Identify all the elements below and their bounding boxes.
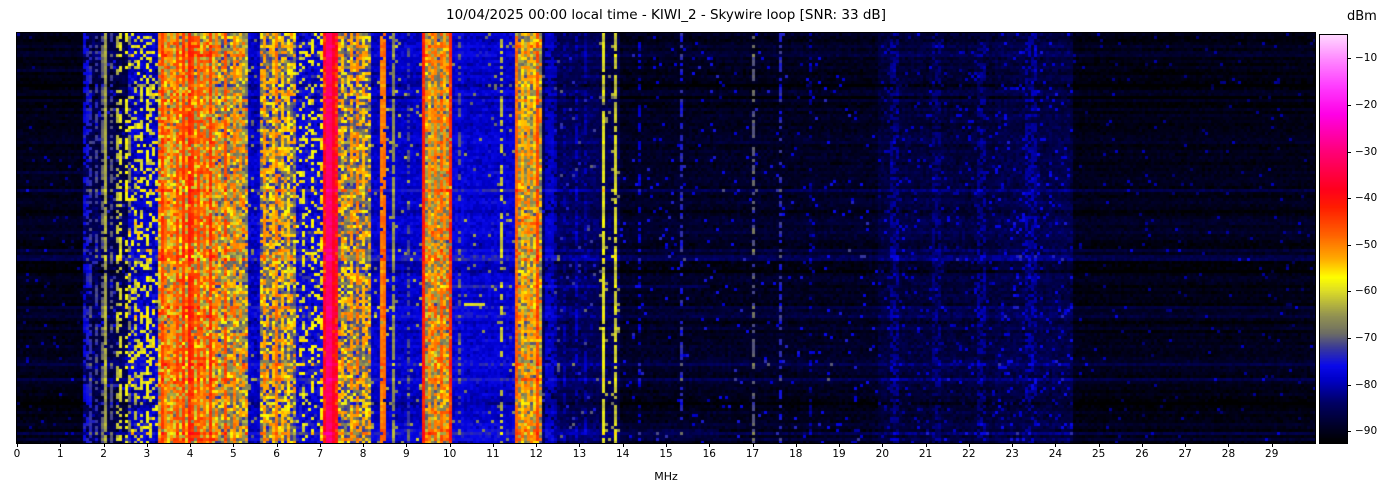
colorbar-tick-mark xyxy=(1347,431,1351,433)
colorbar-tick-mark xyxy=(1347,291,1351,293)
colorbar-tick-mark xyxy=(1347,338,1351,340)
x-tick-label: 26 xyxy=(1135,448,1149,460)
x-tick-mark xyxy=(406,443,408,447)
x-axis-label: MHz xyxy=(654,470,678,483)
x-tick-mark xyxy=(449,443,451,447)
x-tick-mark xyxy=(276,443,278,447)
x-tick-mark xyxy=(190,443,192,447)
x-tick-label: 29 xyxy=(1265,448,1279,460)
x-tick-mark xyxy=(666,443,667,447)
colorbar-tick-label: −50 xyxy=(1355,238,1378,251)
x-tick-mark xyxy=(1055,443,1057,447)
colorbar-canvas xyxy=(1319,34,1348,444)
x-tick-mark xyxy=(925,443,927,447)
x-tick-label: 15 xyxy=(659,448,673,460)
x-tick-label: 25 xyxy=(1091,448,1106,460)
x-tick-mark xyxy=(536,443,538,447)
x-tick-label: 9 xyxy=(403,448,410,460)
colorbar-tick-mark xyxy=(1347,244,1351,246)
x-tick-label: 27 xyxy=(1178,448,1192,460)
waterfall-canvas xyxy=(16,32,1316,444)
x-tick-label: 21 xyxy=(918,448,933,460)
x-tick-mark xyxy=(233,443,235,447)
x-tick-label: 19 xyxy=(832,448,846,460)
x-tick-mark xyxy=(882,443,884,447)
x-tick-mark xyxy=(795,443,797,447)
x-tick-label: 16 xyxy=(702,448,716,460)
x-tick-label: 14 xyxy=(616,448,630,460)
x-tick-mark xyxy=(363,443,365,447)
x-tick-label: 5 xyxy=(229,448,237,460)
x-tick-label: 7 xyxy=(316,448,324,460)
x-tick-mark xyxy=(60,443,62,447)
colorbar-tick-label: −80 xyxy=(1355,378,1378,391)
x-tick-mark xyxy=(1185,443,1187,447)
x-tick-mark xyxy=(1098,443,1100,447)
colorbar-label: dBm xyxy=(1347,9,1377,24)
x-tick-label: 20 xyxy=(875,448,890,460)
x-tick-mark xyxy=(146,443,148,447)
x-tick-label: 24 xyxy=(1048,448,1063,460)
colorbar-tick-label: −10 xyxy=(1355,52,1378,65)
x-tick-label: 12 xyxy=(529,448,543,460)
x-tick-label: 10 xyxy=(442,448,457,460)
x-tick-label: 1 xyxy=(56,448,64,460)
x-tick-mark xyxy=(1012,443,1014,447)
x-tick-label: 3 xyxy=(143,448,151,460)
x-tick-label: 23 xyxy=(1005,448,1019,460)
colorbar-tick-label: −30 xyxy=(1355,145,1378,158)
colorbar-tick-mark xyxy=(1347,58,1351,60)
x-tick-mark xyxy=(319,443,321,447)
x-tick-mark xyxy=(579,443,581,447)
x-tick-mark xyxy=(1141,443,1143,447)
x-tick-mark xyxy=(1228,443,1230,447)
x-tick-mark xyxy=(492,443,494,447)
x-tick-label: 17 xyxy=(745,448,760,460)
x-tick-label: 2 xyxy=(100,448,107,460)
chart-title: 10/04/2025 00:00 local time - KIWI_2 - S… xyxy=(446,7,886,23)
x-tick-label: 6 xyxy=(273,448,280,460)
x-tick-mark xyxy=(622,443,624,447)
x-tick-label: 11 xyxy=(486,448,500,460)
colorbar-tick-mark xyxy=(1347,198,1351,200)
colorbar-tick-mark xyxy=(1347,151,1351,153)
colorbar-tick-label: −40 xyxy=(1355,192,1378,205)
x-tick-label: 18 xyxy=(789,448,803,460)
x-tick-mark xyxy=(103,443,105,447)
colorbar-tick-label: −20 xyxy=(1355,98,1378,111)
x-tick-mark xyxy=(709,443,711,447)
x-tick-label: 22 xyxy=(962,448,976,460)
x-tick-mark xyxy=(968,443,970,447)
colorbar-tick-label: −60 xyxy=(1355,285,1378,298)
spectrogram-figure: 10/04/2025 00:00 local time - KIWI_2 - S… xyxy=(0,0,1400,500)
x-tick-label: 8 xyxy=(359,448,367,460)
colorbar-tick-mark xyxy=(1347,104,1351,106)
x-tick-label: 0 xyxy=(13,448,21,460)
x-tick-mark xyxy=(839,443,841,447)
x-tick-label: 4 xyxy=(186,448,194,460)
colorbar-tick-mark xyxy=(1347,384,1351,386)
x-tick-label: 28 xyxy=(1221,448,1236,460)
x-tick-mark xyxy=(17,443,18,447)
x-tick-mark xyxy=(752,443,754,447)
colorbar-tick-label: −90 xyxy=(1355,425,1378,438)
colorbar-tick-label: −70 xyxy=(1355,332,1378,345)
x-tick-mark xyxy=(1271,443,1273,447)
x-tick-label: 13 xyxy=(572,448,587,460)
